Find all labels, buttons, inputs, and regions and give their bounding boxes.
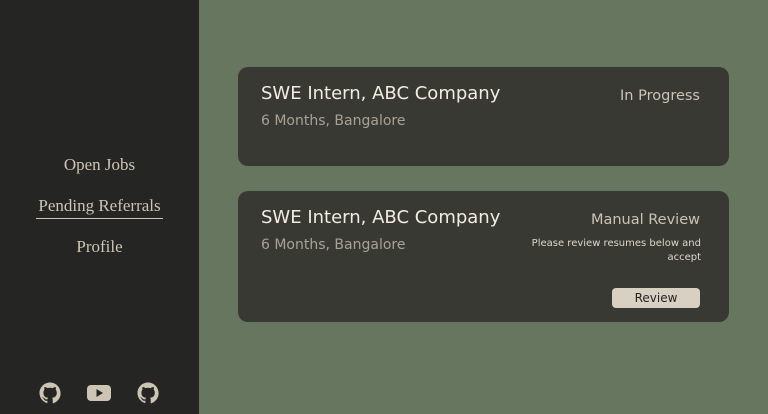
github-icon-graphic <box>39 382 61 404</box>
nav-item-open-jobs[interactable]: Open Jobs <box>0 150 199 191</box>
nav-item-label: Profile <box>76 237 123 256</box>
youtube-icon-graphic <box>87 385 111 401</box>
github-icon[interactable] <box>136 381 160 405</box>
nav-item-profile[interactable]: Profile <box>0 232 199 273</box>
sidebar-nav: Open Jobs Pending Referrals Profile <box>0 150 199 273</box>
sidebar: Open Jobs Pending Referrals Profile <box>0 0 199 414</box>
job-title: SWE Intern, ABC Company <box>261 83 501 104</box>
job-title: SWE Intern, ABC Company <box>261 207 501 228</box>
status-label: Manual Review <box>590 212 700 228</box>
referral-card[interactable]: SWE Intern, ABC Company 6 Months, Bangal… <box>238 67 729 166</box>
nav-item-label: Pending Referrals <box>36 194 163 219</box>
job-details: 6 Months, Bangalore <box>261 113 406 129</box>
status-note: Please review resumes below and accept <box>531 238 701 263</box>
youtube-icon[interactable] <box>86 381 112 405</box>
status-label: In Progress <box>620 88 700 104</box>
app-root: Open Jobs Pending Referrals Profile SWE … <box>0 0 768 414</box>
review-button[interactable]: Review <box>612 288 700 308</box>
github-icon-graphic <box>137 382 159 404</box>
nav-item-pending-referrals[interactable]: Pending Referrals <box>0 191 199 232</box>
job-details: 6 Months, Bangalore <box>261 237 406 253</box>
github-icon[interactable] <box>38 381 62 405</box>
main-content: SWE Intern, ABC Company 6 Months, Bangal… <box>199 0 768 414</box>
nav-item-label: Open Jobs <box>63 155 136 174</box>
referral-card[interactable]: SWE Intern, ABC Company 6 Months, Bangal… <box>238 191 729 322</box>
